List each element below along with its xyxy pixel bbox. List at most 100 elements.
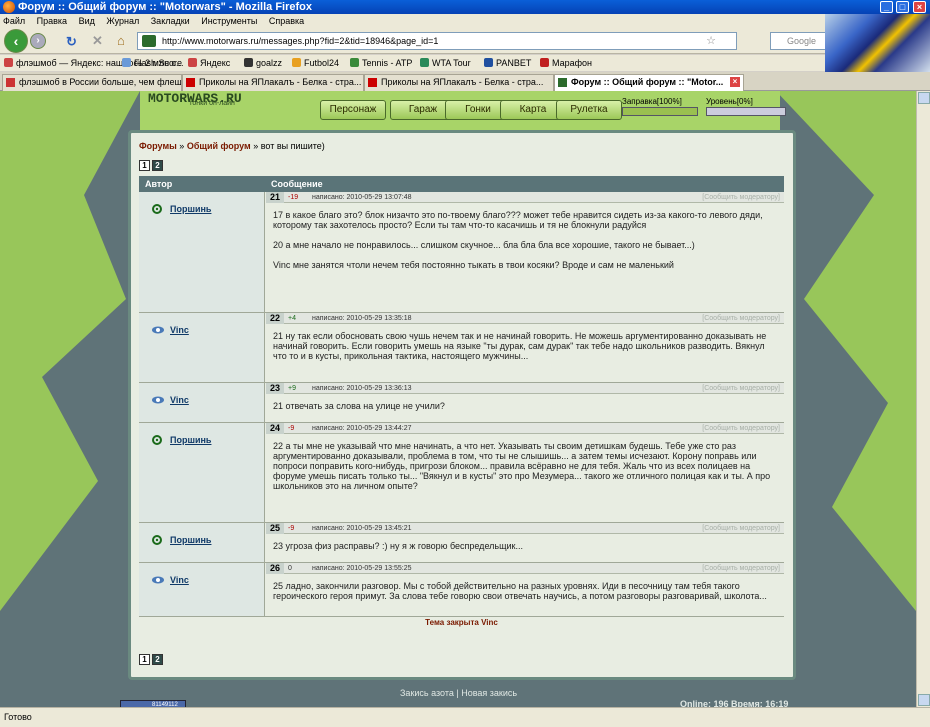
- bookmark-item[interactable]: Tennis - ATP: [350, 55, 412, 71]
- page-2-link[interactable]: 2: [152, 160, 163, 171]
- bookmark-icon: [350, 58, 359, 67]
- bookmark-icon: [484, 58, 493, 67]
- bookmark-icon: [420, 58, 429, 67]
- report-moderator-link[interactable]: [Сообщить модератору]: [702, 523, 780, 534]
- back-button[interactable]: ‹: [4, 29, 28, 53]
- post-header: 24 -9 написано: 2010-05-29 13:44:27 [Сообщи…: [266, 423, 784, 434]
- bookmark-item[interactable]: Futbol24: [292, 55, 339, 71]
- visit-counter-badge[interactable]: 81149112: [120, 700, 186, 707]
- menu-view[interactable]: Вид: [79, 16, 95, 26]
- nitrous-link[interactable]: Закись азота: [400, 688, 454, 698]
- page-1-link[interactable]: 1: [139, 160, 150, 171]
- post-rating[interactable]: 0: [288, 563, 292, 574]
- home-icon[interactable]: ⌂: [117, 33, 125, 48]
- fuel-label: Заправка[100%]: [622, 97, 682, 106]
- post-header: 26 0 написано: 2010-05-29 13:55:25 [Сообщит…: [266, 563, 784, 574]
- window-title: Форум :: Общий форум :: "Motorwars" - Mo…: [18, 1, 312, 13]
- post-rating[interactable]: +9: [288, 383, 296, 394]
- search-placeholder: Google: [787, 36, 817, 46]
- maximize-button[interactable]: □: [896, 1, 909, 13]
- bookmark-item[interactable]: Flash Score: [122, 55, 182, 71]
- stop-icon[interactable]: ✕: [92, 33, 103, 49]
- page-1-link[interactable]: 1: [139, 654, 150, 665]
- bookmark-icon: [122, 58, 131, 67]
- author-link[interactable]: Vinc: [170, 575, 189, 585]
- tab-favicon: [368, 78, 377, 87]
- decor-right: [776, 91, 916, 611]
- author-link[interactable]: Поршинь: [170, 535, 211, 545]
- fuel-bar: [622, 107, 698, 116]
- author-biohazard-icon: [151, 535, 163, 545]
- bookmark-item[interactable]: goalzz: [244, 55, 282, 71]
- author-eye-icon: [151, 575, 164, 585]
- author-link[interactable]: Поршинь: [170, 204, 211, 214]
- reload-icon[interactable]: ↻: [66, 34, 77, 50]
- breadcrumb: Форумы » Общий форум » вот вы пишите): [139, 141, 325, 151]
- report-moderator-link[interactable]: [Сообщить модератору]: [702, 423, 780, 434]
- tab-yaplakal-2[interactable]: Приколы на ЯПлакалъ - Белка - стра...: [364, 74, 554, 91]
- close-window-button[interactable]: ×: [913, 1, 926, 13]
- tab-yaplakal[interactable]: Приколы на ЯПлакалъ - Белка - стра...: [182, 74, 364, 91]
- post-date: написано: 2010-05-29 13:07:48: [312, 194, 412, 201]
- status-bar: Готово: [0, 707, 930, 727]
- report-moderator-link[interactable]: [Сообщить модератору]: [702, 563, 780, 574]
- tab-flashmob[interactable]: флэшмоб в России больше, чем флеш...: [2, 74, 182, 91]
- minimize-button[interactable]: _: [880, 1, 893, 13]
- breadcrumb-forums[interactable]: Форумы: [139, 141, 177, 151]
- author-link[interactable]: Поршинь: [170, 435, 211, 445]
- topic-closed-notice: Тема закрыта Vinc: [139, 617, 784, 629]
- post-number: 25: [266, 523, 284, 534]
- menu-bookmarks[interactable]: Закладки: [151, 16, 190, 26]
- post-body: 23 угроза физ расправы? :) ну я ж говорю…: [273, 541, 523, 551]
- tab-forum-active[interactable]: Форум :: Общий форум :: "Motor... ×: [554, 74, 744, 91]
- menu-edit[interactable]: Правка: [37, 16, 67, 26]
- report-moderator-link[interactable]: [Сообщить модератору]: [702, 383, 780, 394]
- bookmark-icon: [188, 58, 197, 67]
- address-bar[interactable]: http://www.motorwars.ru/messages.php?fid…: [137, 32, 737, 50]
- tab-close-icon[interactable]: ×: [730, 77, 740, 87]
- post-number: 23: [266, 383, 284, 394]
- bookmark-item[interactable]: PANBET: [484, 55, 531, 71]
- nav-roulette-button[interactable]: Рулетка: [556, 100, 622, 120]
- post-author-cell: Vinc: [139, 383, 265, 422]
- post-body: 21 отвечать за слова на улице не учили?: [273, 401, 445, 411]
- post-rating[interactable]: -19: [288, 192, 298, 203]
- post-rating[interactable]: +4: [288, 313, 296, 324]
- post-row: Vinc 26 0 написано: 2010-05-29 13:55:25 [Со…: [139, 563, 784, 617]
- scroll-down-button[interactable]: [918, 694, 930, 706]
- navigation-toolbar: ‹ › ↻ ✕ ⌂ http://www.motorwars.ru/messag…: [0, 28, 930, 54]
- menu-history[interactable]: Журнал: [106, 16, 139, 26]
- bookmark-item[interactable]: Яндекс: [188, 55, 230, 71]
- page-2-link[interactable]: 2: [152, 654, 163, 665]
- firefox-icon: [3, 1, 15, 13]
- persona-theme-image: [825, 14, 930, 74]
- scroll-up-button[interactable]: [918, 92, 930, 104]
- vertical-scrollbar[interactable]: [916, 91, 930, 707]
- post-rating[interactable]: -9: [288, 523, 294, 534]
- post-row: Vinc 23 +9 написано: 2010-05-29 13:36:13 [С…: [139, 383, 784, 423]
- author-link[interactable]: Vinc: [170, 395, 189, 405]
- menu-help[interactable]: Справка: [269, 16, 304, 26]
- report-moderator-link[interactable]: [Сообщить модератору]: [702, 313, 780, 324]
- post-body: 21 ну так если обосновать свою чушь нече…: [273, 331, 767, 361]
- post-body: 17 в какое благо это? блок низачто это п…: [273, 210, 763, 270]
- forum-panel: Форумы » Общий форум » вот вы пишите) 12…: [128, 130, 796, 680]
- author-link[interactable]: Vinc: [170, 325, 189, 335]
- bookmark-item[interactable]: Марафон: [540, 55, 592, 71]
- post-rating[interactable]: -9: [288, 423, 294, 434]
- menu-bar: Файл Правка Вид Журнал Закладки Инструме…: [0, 14, 930, 28]
- tab-bar: флэшмоб в России больше, чем флеш... При…: [0, 72, 930, 91]
- menu-file[interactable]: Файл: [3, 16, 25, 26]
- forward-button[interactable]: ›: [30, 33, 46, 49]
- menu-tools[interactable]: Инструменты: [201, 16, 257, 26]
- status-text: Готово: [4, 712, 32, 722]
- nav-character-button[interactable]: Персонаж: [320, 100, 386, 120]
- star-icon[interactable]: ☆: [706, 33, 716, 49]
- level-label: Уровень[0%]: [706, 97, 753, 106]
- bookmark-icon: [540, 58, 549, 67]
- breadcrumb-section[interactable]: Общий форум: [187, 141, 251, 151]
- report-moderator-link[interactable]: [Сообщить модератору]: [702, 192, 780, 203]
- new-nitrous-link[interactable]: Новая закись: [461, 688, 517, 698]
- site-logo-subtitle: гонки он-лайн: [190, 100, 235, 107]
- bookmark-item[interactable]: WTA Tour: [420, 55, 471, 71]
